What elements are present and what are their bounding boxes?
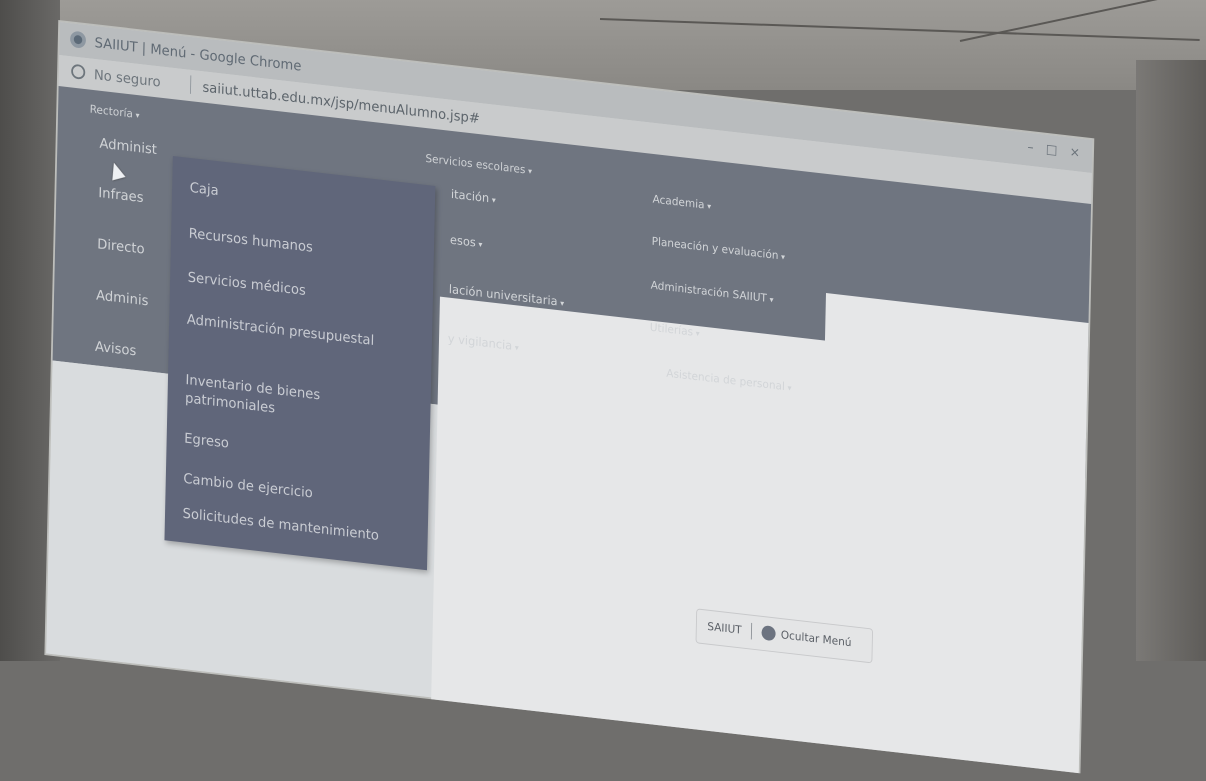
room-wall-right bbox=[1136, 60, 1206, 661]
hide-menu-button[interactable]: Ocultar Menú bbox=[781, 628, 852, 649]
toggle-circle-icon[interactable] bbox=[761, 625, 776, 642]
chrome-icon bbox=[69, 30, 87, 49]
window-controls: – □ × bbox=[1027, 140, 1080, 161]
ceiling-beam bbox=[599, 18, 1200, 41]
dropdown-item-solicitudes[interactable]: Solicitudes de mantenimiento bbox=[182, 504, 401, 547]
address-separator bbox=[190, 75, 192, 94]
administracion-dropdown: Caja Recursos humanos Servicios médicos … bbox=[164, 155, 436, 571]
dropdown-item-caja[interactable]: Caja bbox=[190, 178, 409, 221]
dropdown-item-cambio-ejercicio[interactable]: Cambio de ejercicio bbox=[183, 469, 402, 512]
dropdown-item-servicios-medicos[interactable]: Servicios médicos bbox=[188, 268, 407, 311]
info-icon[interactable] bbox=[71, 63, 86, 80]
maximize-icon[interactable]: □ bbox=[1046, 142, 1058, 158]
dropdown-item-administracion-presupuestal[interactable]: Administración presupuestal bbox=[187, 310, 406, 353]
minimize-icon[interactable]: – bbox=[1027, 140, 1033, 155]
dropdown-item-inventario[interactable]: Inventario de bienes patrimoniales bbox=[185, 370, 405, 432]
brand-label: SAIIUT bbox=[707, 619, 742, 637]
dropdown-item-egreso[interactable]: Egreso bbox=[184, 429, 403, 472]
close-icon[interactable]: × bbox=[1070, 145, 1081, 161]
security-label[interactable]: No seguro bbox=[94, 66, 161, 90]
browser-window: SAIIUT | Menú - Google Chrome – □ × No s… bbox=[46, 22, 1093, 774]
footer-separator bbox=[750, 622, 753, 640]
dropdown-item-recursos-humanos[interactable]: Recursos humanos bbox=[189, 224, 408, 267]
projected-screen: SAIIUT | Menú - Google Chrome – □ × No s… bbox=[46, 22, 1093, 781]
